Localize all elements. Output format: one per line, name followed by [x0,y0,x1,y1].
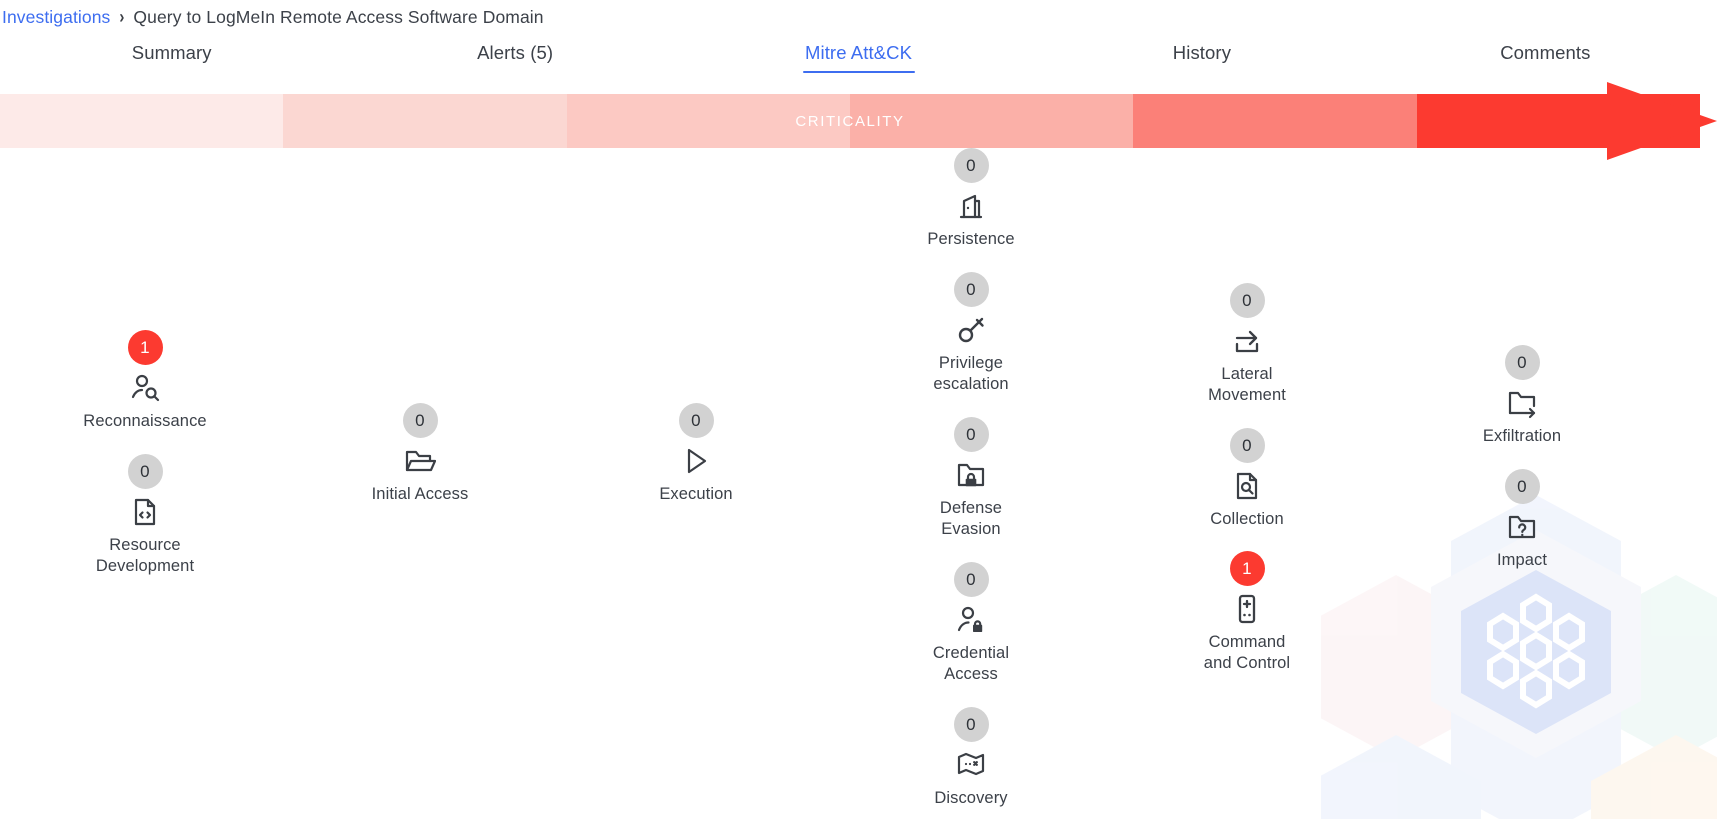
tactic-lateral-movement[interactable]: 0 Lateral Movement [1142,283,1352,406]
arrow-out-box-icon [1231,324,1263,358]
tactic-command-and-control[interactable]: 1 Command and Control [1142,551,1352,674]
criticality-segment-5 [1133,94,1417,148]
tactic-count-badge: 1 [127,330,163,365]
tactic-label: Execution [659,485,733,503]
tactic-label: Initial Access [371,485,469,503]
tab-comments[interactable]: Comments [1374,33,1717,81]
breadcrumb-link-investigations[interactable]: Investigations [2,7,110,28]
open-door-icon [955,189,987,223]
tactic-count-badge: 0 [1504,345,1540,380]
criticality-segment-3 [566,94,850,148]
tactic-count-badge: 0 [953,148,989,183]
criticality-segment-2 [283,94,567,148]
folder-arrow-out-icon [1506,386,1538,420]
tactic-count-badge: 0 [678,403,714,438]
tab-mitre-attack[interactable]: Mitre Att&CK [687,33,1030,81]
person-search-icon [129,371,161,405]
tactic-reconnaissance[interactable]: 1 Reconnaissance [40,330,250,432]
criticality-bar: CRITICALITY [0,82,1717,160]
tactic-count-badge: 0 [953,707,989,742]
tactic-impact[interactable]: 0 Impact [1417,469,1627,571]
map-icon [955,748,987,782]
play-triangle-icon [680,444,712,478]
document-search-icon [1231,469,1263,503]
tab-comments-label: Comments [1500,42,1591,63]
breadcrumb-current-title: Query to LogMeIn Remote Access Software … [133,6,544,27]
tab-summary[interactable]: Summary [0,33,343,81]
tactic-label: Defense Evasion [939,499,1003,538]
mitre-attack-page: Investigations › Query to LogMeIn Remote… [0,0,1717,819]
person-lock-icon [955,603,987,637]
attack-matrix: 1 Reconnaissance 0 Resource Development 0 Init… [0,148,1717,819]
tactic-count-badge: 0 [1229,428,1265,463]
tab-history[interactable]: History [1030,33,1373,81]
tactic-persistence[interactable]: 0 Persistence [866,148,1076,250]
tactic-count-badge: 0 [1229,283,1265,318]
tactic-label: Resource Development [95,536,195,575]
tactic-count-badge: 0 [1504,469,1540,504]
tactic-defense-evasion[interactable]: 0 Defense Evasion [866,417,1076,540]
criticality-segment-1 [0,94,284,148]
tactic-collection[interactable]: 0 Collection [1142,428,1352,530]
folder-question-icon [1506,510,1538,544]
criticality-segments [0,94,1700,148]
tactic-label: Exfiltration [1482,427,1562,445]
tactic-count-badge: 0 [953,272,989,307]
tactic-label: Command and Control [1203,633,1291,672]
tab-summary-label: Summary [131,42,212,63]
breadcrumb: Investigations › Query to LogMeIn Remote… [0,4,544,30]
tactic-count-badge: 0 [953,562,989,597]
key-icon [955,313,987,347]
tactic-label: Privilege escalation [933,354,1009,393]
tactic-initial-access[interactable]: 0 Initial Access [315,403,525,505]
tactic-label: Lateral Movement [1208,365,1286,404]
tab-history-label: History [1172,42,1232,63]
tactic-label: Credential Access [932,644,1010,683]
code-document-icon [129,495,161,529]
tab-underline-active [802,71,915,73]
tactic-label: Collection [1210,510,1284,528]
tactic-privilege-escalation[interactable]: 0 Privilege escalation [866,272,1076,395]
tactic-label: Reconnaissance [83,412,207,430]
tactic-count-badge: 0 [127,454,163,489]
tactic-credential-access[interactable]: 0 Credential Access [866,562,1076,685]
tab-alerts-label: Alerts (5) [477,42,554,63]
tactic-count-badge: 1 [1229,551,1265,586]
tactic-execution[interactable]: 0 Execution [591,403,801,505]
tactic-count-badge: 0 [953,417,989,452]
tactic-count-badge: 0 [402,403,438,438]
breadcrumb-chevron-right-icon: › [119,6,125,28]
tactic-discovery[interactable]: 0 Discovery [866,707,1076,809]
tactic-label: Persistence [927,230,1015,248]
locked-folder-icon [955,458,987,492]
tab-mitre-attack-label: Mitre Att&CK [804,42,913,63]
remote-control-icon [1231,592,1263,626]
tab-bar: Summary Alerts (5) Mitre Att&CK History … [0,33,1717,81]
tab-alerts[interactable]: Alerts (5) [343,33,686,81]
tactic-exfiltration[interactable]: 0 Exfiltration [1417,345,1627,447]
criticality-segment-4 [849,94,1134,148]
tactic-resource-development[interactable]: 0 Resource Development [40,454,250,577]
tactic-label: Impact [1496,551,1548,569]
tactic-label: Discovery [934,789,1008,807]
open-folder-icon [404,444,436,478]
